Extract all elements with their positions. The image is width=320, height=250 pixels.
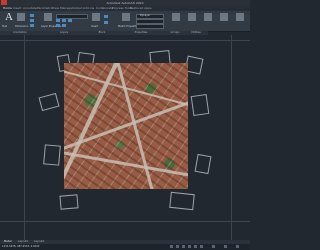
view-icon[interactable]	[220, 13, 228, 21]
text-tool-icon[interactable]: A	[5, 12, 13, 23]
dimension-tool-label: Dimension	[15, 25, 29, 28]
layer-off-icon[interactable]	[56, 19, 60, 22]
grid-line	[24, 35, 25, 240]
drawing-viewport[interactable]	[0, 35, 250, 240]
layer-properties-icon[interactable]	[44, 13, 52, 21]
coordinate-readout: 1234.5678, 987.6543, 0.0000	[2, 245, 40, 248]
markup-icon[interactable]	[30, 24, 34, 27]
insert-block-icon[interactable]	[92, 13, 100, 21]
layer-lock-icon[interactable]	[68, 19, 72, 22]
building-outline	[194, 153, 212, 175]
grid-line	[0, 40, 250, 41]
app-logo-icon[interactable]	[1, 0, 7, 5]
bylayer-value: ByLayer	[140, 14, 151, 17]
touch-mode-icon[interactable]	[236, 13, 244, 21]
measure-icon[interactable]	[188, 13, 196, 21]
edit-block-icon[interactable]	[104, 21, 108, 24]
table-icon[interactable]	[30, 19, 34, 22]
annotation-scale-icon[interactable]	[212, 245, 215, 248]
ribbon-panel: A Text Dimension Layer Properties Insert…	[0, 11, 250, 32]
layer-isolate-icon[interactable]	[56, 24, 60, 27]
grid-line	[0, 221, 250, 222]
text-tool-label: Text	[2, 25, 8, 28]
insert-block-label: Insert	[91, 25, 99, 28]
building-outline	[59, 194, 79, 210]
building-outline	[38, 92, 60, 112]
layer-dropdown[interactable]	[56, 14, 88, 19]
building-outline	[169, 191, 195, 211]
workspace-icon[interactable]	[224, 245, 227, 248]
building-outline	[43, 144, 61, 166]
aerial-image[interactable]	[64, 63, 188, 189]
osnap-toggle-icon[interactable]	[194, 245, 197, 248]
match-properties-icon[interactable]	[122, 13, 130, 21]
grid-toggle-icon[interactable]	[170, 245, 173, 248]
create-block-icon[interactable]	[104, 15, 108, 18]
grid-line	[231, 35, 232, 240]
group-icon[interactable]	[172, 13, 180, 21]
leader-icon[interactable]	[30, 14, 34, 17]
polar-toggle-icon[interactable]	[188, 245, 191, 248]
layer-freeze-icon[interactable]	[62, 19, 66, 22]
ortho-toggle-icon[interactable]	[182, 245, 185, 248]
status-bar: 1234.5678, 987.6543, 0.0000	[0, 244, 250, 250]
snap-toggle-icon[interactable]	[176, 245, 179, 248]
lineweight-toggle-icon[interactable]	[200, 245, 203, 248]
dimension-tool-icon[interactable]	[17, 13, 25, 21]
lineweight-dropdown[interactable]	[136, 24, 164, 29]
building-outline	[190, 93, 210, 117]
customize-icon[interactable]	[236, 245, 239, 248]
window-controls	[228, 1, 248, 16]
clipboard-icon[interactable]	[204, 13, 212, 21]
layer-match-icon[interactable]	[62, 24, 66, 27]
